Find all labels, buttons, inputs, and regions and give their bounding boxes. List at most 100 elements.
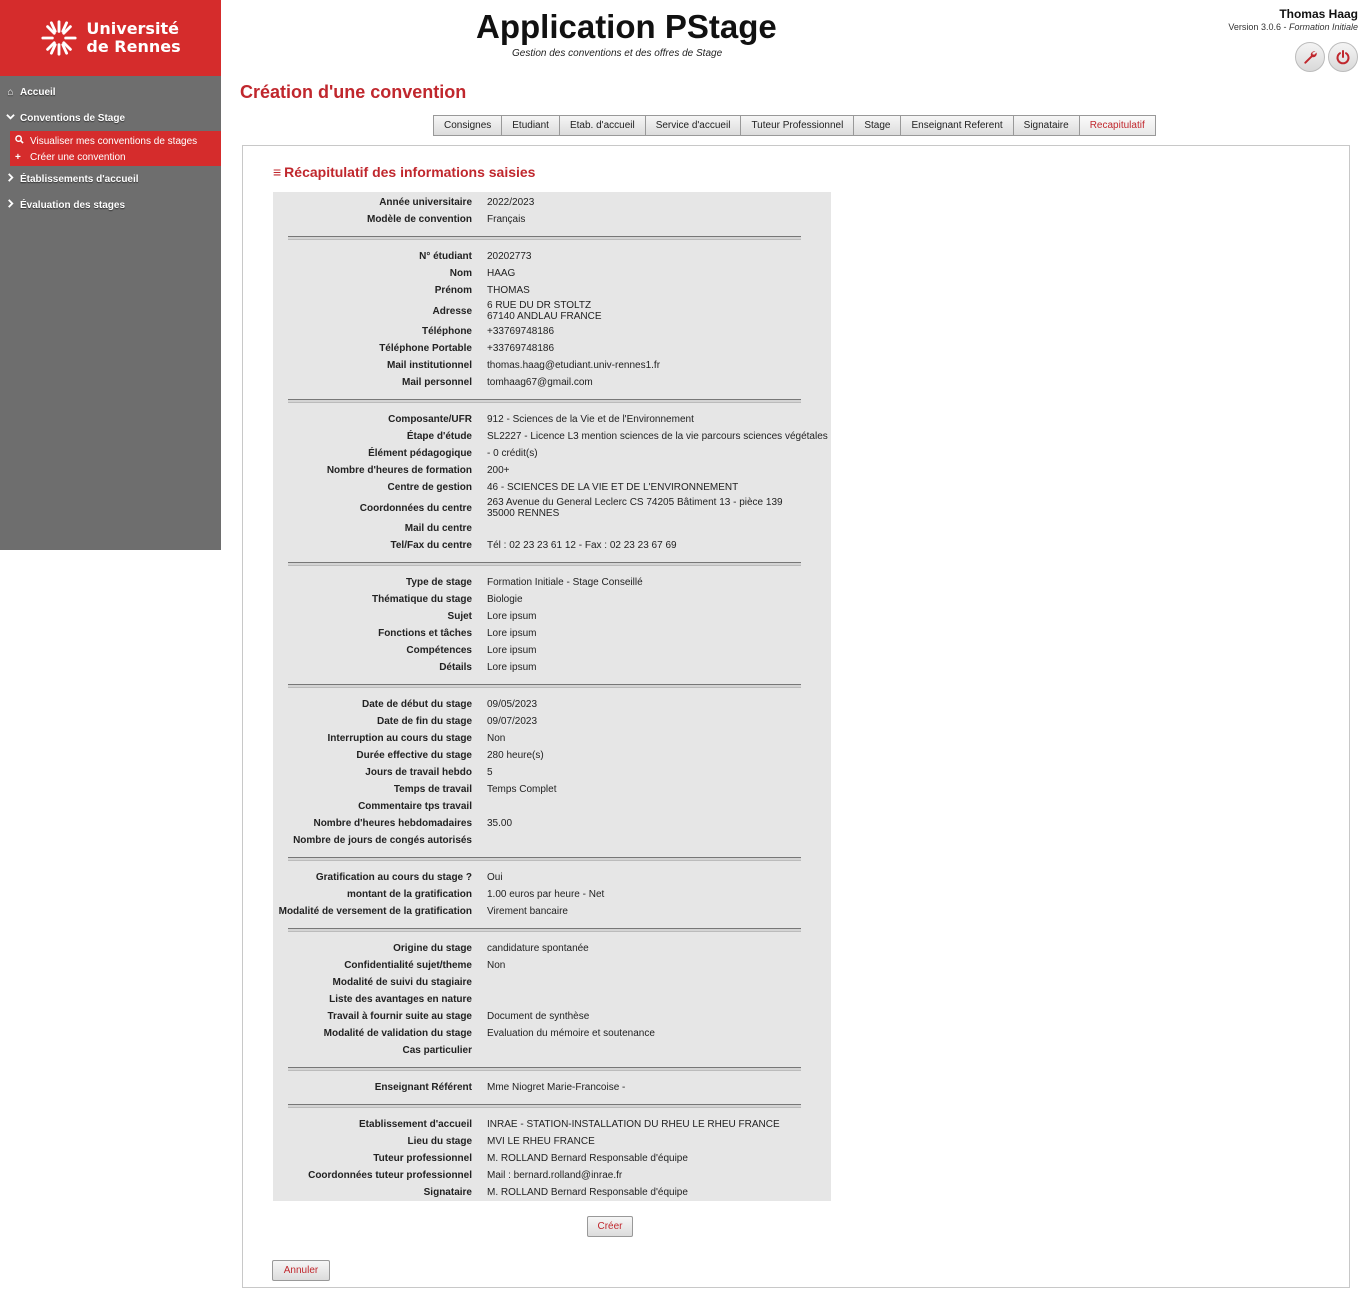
tab-service-accueil[interactable]: Service d'accueil <box>644 115 742 136</box>
nav-item-conventions[interactable]: Conventions de Stage <box>0 105 221 131</box>
recap-row: Commentaire tps travail <box>273 798 831 815</box>
recap-label: montant de la gratification <box>346 889 472 900</box>
recap-row: Temps de travail Temps Complet <box>273 781 831 798</box>
recap-value: 09/05/2023 <box>487 699 538 710</box>
recap-value: thomas.haag@etudiant.univ-rennes1.fr <box>487 360 661 371</box>
recap-label: Type de stage <box>406 577 472 588</box>
recap-row: Téléphone +33769748186 <box>273 323 831 340</box>
nav-item-label: Évaluation des stages <box>20 199 126 211</box>
section-separator <box>288 1067 801 1071</box>
cancel-button[interactable]: Annuler <box>272 1260 330 1281</box>
tab-etab-accueil[interactable]: Etab. d'accueil <box>558 115 646 136</box>
logout-button[interactable] <box>1328 42 1358 72</box>
recap-value: Lore ipsum <box>487 628 537 639</box>
recap-value: Mail : bernard.rolland@inrae.fr <box>487 1170 623 1181</box>
recap-label: Nombre d'heures de formation <box>326 465 472 476</box>
search-icon <box>15 135 25 147</box>
section-title-text: Récapitulatif des informations saisies <box>284 164 536 180</box>
recap-label: Mail institutionnel <box>387 360 472 371</box>
nav-item-etablissements[interactable]: Établissements d'accueil <box>0 166 221 192</box>
home-icon: ⌂ <box>7 86 14 98</box>
recap-label: Compétences <box>406 645 472 656</box>
recap-label: Année universitaire <box>379 197 472 208</box>
recap-row: Modèle de convention Français <box>273 211 831 228</box>
recap-row: Interruption au cours du stage Non <box>273 730 831 747</box>
recap-label: Mail personnel <box>401 377 472 388</box>
nav-item-accueil[interactable]: ⌂ Accueil <box>0 79 221 105</box>
recap-value: Oui <box>487 872 503 883</box>
recap-row: Tel/Fax du centre Tél : 02 23 23 61 12 - … <box>273 537 831 554</box>
university-logo[interactable]: Université de Rennes <box>0 0 221 76</box>
tab-etudiant[interactable]: Etudiant <box>501 115 560 136</box>
recap-label: Interruption au cours du stage <box>327 733 472 744</box>
recap-row: Centre de gestion 46 - SCIENCES DE LA VIE… <box>273 479 831 496</box>
recap-row: Type de stage Formation Initiale - Stage … <box>273 574 831 591</box>
recap-label: Adresse <box>432 305 472 317</box>
subnav-item-label: Créer une convention <box>30 151 126 163</box>
recap-value: Tél : 02 23 23 61 12 - Fax : 02 23 23 67… <box>487 540 677 551</box>
recap-label: Durée effective du stage <box>356 750 472 761</box>
recap-row: Signataire M. ROLLAND Bernard Responsable… <box>273 1184 831 1201</box>
recap-row: Etablissement d'accueil INRAE - STATION-I… <box>273 1116 831 1133</box>
recap-row: Cas particulier <box>273 1042 831 1059</box>
logo-line-1: Université <box>86 19 179 38</box>
recap-value: 200+ <box>487 465 510 476</box>
recap-row: Lieu du stage MVI LE RHEU FRANCE <box>273 1133 831 1150</box>
tab-consignes[interactable]: Consignes <box>433 115 503 136</box>
chevron-down-icon <box>5 112 16 124</box>
power-icon <box>1336 50 1350 65</box>
recap-label: Thématique du stage <box>371 594 472 605</box>
section-separator <box>288 1104 801 1108</box>
recap-value: Lore ipsum <box>487 645 537 656</box>
tab-stage[interactable]: Stage <box>853 115 902 136</box>
recap-value: M. ROLLAND Bernard Responsable d'équipe <box>487 1153 688 1164</box>
conventions-submenu: Visualiser mes conventions de stages + C… <box>10 131 221 166</box>
recap-label: Fonctions et tâches <box>378 628 472 639</box>
recap-row: Détails Lore ipsum <box>273 659 831 676</box>
chevron-right-icon <box>5 173 16 185</box>
plus-icon: + <box>15 151 21 163</box>
app-title: Application PStage <box>476 8 777 45</box>
recap-value: Evaluation du mémoire et soutenance <box>487 1028 655 1039</box>
recap-row: Composante/UFR 912 - Sciences de la Vie e… <box>273 411 831 428</box>
recap-value: 20202773 <box>487 251 532 262</box>
recap-value: Formation Initiale - Stage Conseillé <box>487 577 643 588</box>
recap-value: 46 - SCIENCES DE LA VIE ET DE L'ENVIRONN… <box>487 482 739 493</box>
subnav-item-create-convention[interactable]: + Créer une convention <box>10 149 221 165</box>
recap-row: Prénom THOMAS <box>273 282 831 299</box>
subnav-item-view-conventions[interactable]: Visualiser mes conventions de stages <box>10 133 221 149</box>
section-separator <box>288 928 801 932</box>
recap-label: Date de début du stage <box>361 699 472 710</box>
recap-row: montant de la gratification 1.00 euros pa… <box>273 886 831 903</box>
section-separator <box>288 562 801 566</box>
recap-row: Liste des avantages en nature <box>273 991 831 1008</box>
tab-recapitulatif[interactable]: Recapitulatif <box>1078 115 1156 136</box>
recap-label: Composante/UFR <box>388 414 472 425</box>
recap-value: Non <box>487 960 506 971</box>
tab-enseignant-referent[interactable]: Enseignant Referent <box>900 115 1014 136</box>
tab-signataire[interactable]: Signataire <box>1012 115 1080 136</box>
page-title: Création d'une convention <box>240 82 467 102</box>
nav-item-evaluation[interactable]: Évaluation des stages <box>0 192 221 218</box>
recap-row: Tuteur professionnel M. ROLLAND Bernard R… <box>273 1150 831 1167</box>
recap-row: Nombre de jours de congés autorisés <box>273 832 831 849</box>
wrench-icon <box>1304 51 1317 64</box>
nav-item-label: Conventions de Stage <box>20 112 126 124</box>
sidebar: Université de Rennes ⌂ Accueil Conventio… <box>0 0 221 550</box>
settings-button[interactable] <box>1295 42 1325 72</box>
recap-row: Mail personnel tomhaag67@gmail.com <box>273 374 831 391</box>
recap-row: Nombre d'heures hebdomadaires 35.00 <box>273 815 831 832</box>
recap-value: Biologie <box>487 594 523 605</box>
nav-item-label: Accueil <box>20 86 56 98</box>
tab-tuteur-professionnel[interactable]: Tuteur Professionnel <box>740 115 855 136</box>
recap-label: Tuteur professionnel <box>373 1153 472 1164</box>
recap-row: Gratification au cours du stage ? Oui <box>273 869 831 886</box>
create-button[interactable]: Créer <box>587 1216 633 1237</box>
recap-row: Mail du centre <box>273 520 831 537</box>
section-separator <box>288 399 801 403</box>
recap-value: M. ROLLAND Bernard Responsable d'équipe <box>487 1187 688 1198</box>
recap-row: Élément pédagogique - 0 crédit(s) <box>273 445 831 462</box>
recap-row: Année universitaire 2022/2023 <box>273 194 831 211</box>
recap-row: Coordonnées du centre 263 Avenue du Gener… <box>273 496 831 520</box>
recap-label: Coordonnées du centre <box>359 502 472 514</box>
